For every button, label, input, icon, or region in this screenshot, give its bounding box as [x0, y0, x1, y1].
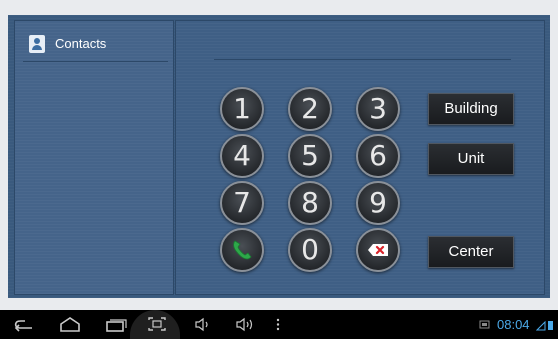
key-3[interactable]: 3 — [356, 87, 400, 131]
intercom-app: Contacts 1 2 3 4 5 6 7 8 9 0 Building Un… — [8, 15, 550, 298]
system-navigation-bar: 08:04 — [0, 310, 558, 339]
key-6[interactable]: 6 — [356, 134, 400, 178]
key-label: 4 — [233, 139, 251, 172]
key-label: 7 — [233, 186, 251, 219]
volume-up-icon[interactable] — [232, 310, 256, 339]
phone-icon — [233, 240, 252, 260]
key-label: 0 — [301, 233, 319, 266]
key-9[interactable]: 9 — [356, 181, 400, 225]
key-8[interactable]: 8 — [288, 181, 332, 225]
key-label: 6 — [369, 139, 387, 172]
key-label: 8 — [301, 186, 319, 219]
contacts-icon — [29, 35, 45, 53]
key-label: 5 — [301, 139, 319, 172]
number-display — [214, 33, 511, 60]
home-icon[interactable] — [58, 310, 82, 339]
dialer-panel: 1 2 3 4 5 6 7 8 9 0 Building Unit Center — [175, 20, 545, 295]
status-clock: 08:04 — [497, 317, 530, 332]
screenshot-notification-icon — [479, 320, 490, 329]
battery-icon — [536, 320, 553, 331]
key-0[interactable]: 0 — [288, 228, 332, 272]
building-button[interactable]: Building — [428, 93, 514, 125]
center-button[interactable]: Center — [428, 236, 514, 268]
sidebar: Contacts — [14, 20, 174, 295]
key-label: 1 — [233, 92, 251, 125]
key-label: 9 — [369, 186, 387, 219]
back-icon[interactable] — [12, 310, 36, 339]
recent-apps-icon[interactable] — [104, 310, 128, 339]
unit-button[interactable]: Unit — [428, 143, 514, 175]
key-label: 3 — [369, 92, 387, 125]
sidebar-item-label: Contacts — [55, 36, 107, 51]
key-5[interactable]: 5 — [288, 134, 332, 178]
menu-icon[interactable] — [270, 310, 286, 339]
call-key[interactable] — [220, 228, 264, 272]
sidebar-item-contacts[interactable]: Contacts — [23, 35, 168, 62]
backspace-icon — [368, 244, 388, 256]
key-4[interactable]: 4 — [220, 134, 264, 178]
key-2[interactable]: 2 — [288, 87, 332, 131]
key-label: 2 — [301, 92, 319, 125]
volume-down-icon[interactable] — [190, 310, 214, 339]
screenshot-icon[interactable] — [145, 310, 169, 339]
key-7[interactable]: 7 — [220, 181, 264, 225]
key-1[interactable]: 1 — [220, 87, 264, 131]
delete-key[interactable] — [356, 228, 400, 272]
